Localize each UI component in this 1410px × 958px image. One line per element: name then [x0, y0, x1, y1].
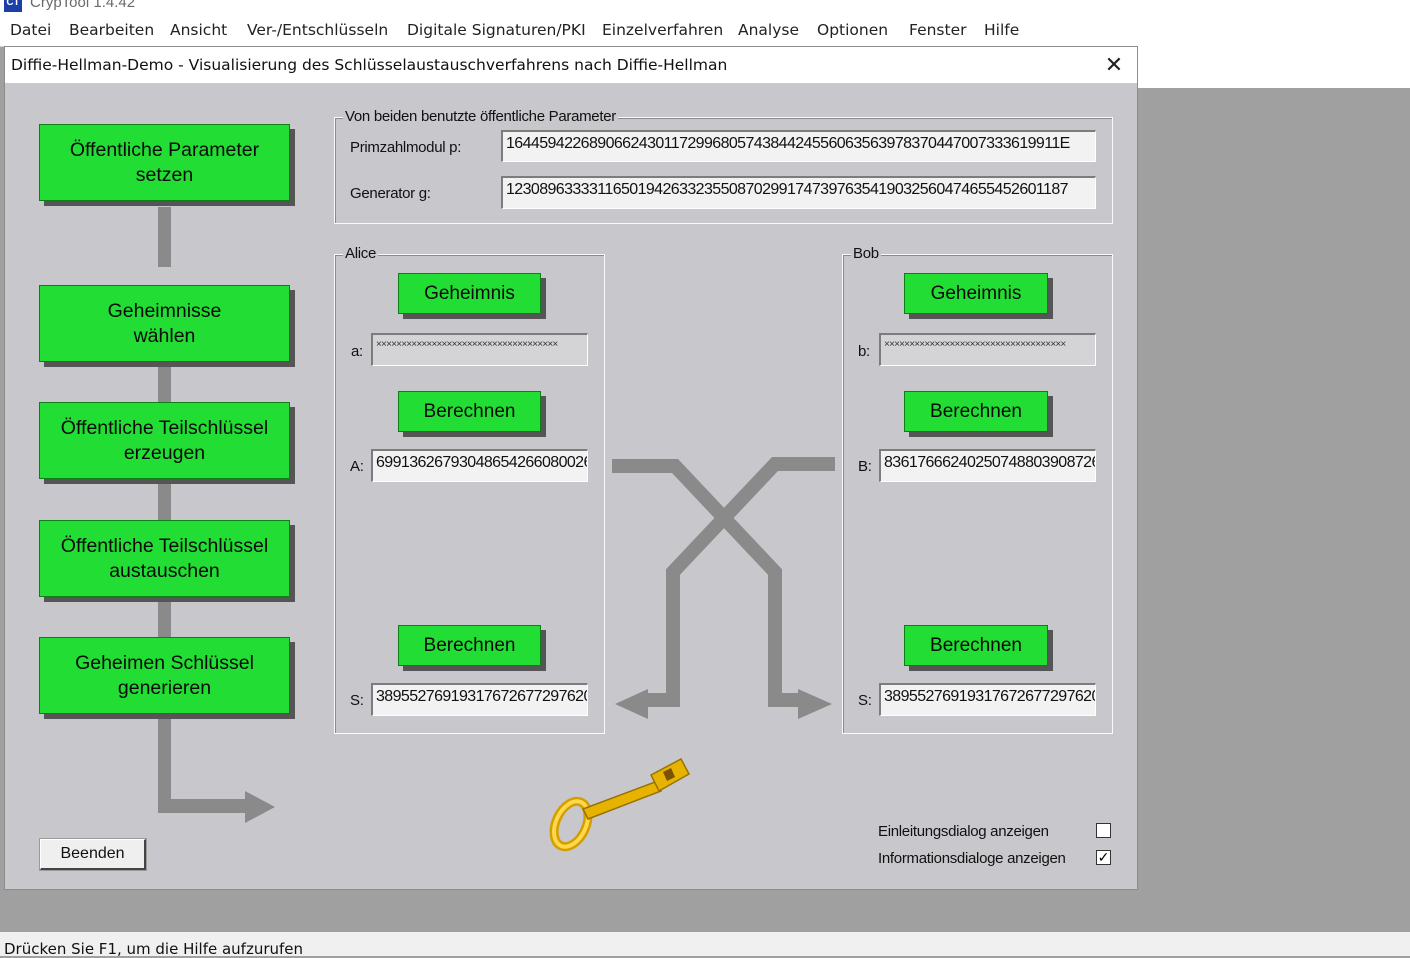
- button-label: Berechnen: [930, 401, 1022, 422]
- alice-secret-field[interactable]: ××××××××××××××××××××××××××××××××××××: [371, 333, 588, 366]
- step-label: Öffentliche Parameter setzen: [69, 138, 260, 186]
- generator-label: Generator g:: [350, 185, 431, 202]
- alice-public-field[interactable]: 69913626793048654266080026: [371, 449, 588, 482]
- alice-shared-label: S:: [350, 692, 364, 709]
- bob-group-label: Bob: [851, 245, 881, 262]
- bob-secret-field[interactable]: ××××××××××××××××××××××××××××××××××××: [879, 333, 1096, 366]
- info-dialogs-label: Informationsdialoge anzeigen: [878, 850, 1066, 867]
- button-label: Berechnen: [423, 401, 516, 422]
- step-label: Öffentliche Teilschlüssel erzeugen: [60, 416, 269, 464]
- step-choose-secrets-button[interactable]: Geheimnisse wählen: [39, 285, 290, 362]
- alice-compute-public-button[interactable]: Berechnen: [398, 391, 541, 432]
- step-label: Geheimnisse wählen: [107, 299, 222, 347]
- prime-label: Primzahlmodul p:: [350, 139, 462, 156]
- diffie-hellman-dialog: Diffie-Hellman-Demo - Visualisierung des…: [4, 46, 1138, 890]
- cryptool-logo-icon: CT: [4, 0, 22, 12]
- alice-to-bob-arrow: [612, 459, 800, 707]
- mdi-area-strip: [1138, 46, 1410, 88]
- bob-public-field[interactable]: 83617666240250748803908726: [879, 449, 1096, 482]
- flow-end-arrow: [158, 717, 275, 823]
- exchange-arrows: [612, 457, 835, 707]
- status-bar: Drücken Sie F1, um die Hilfe aufzurufen: [0, 932, 1410, 958]
- flow-connector: [158, 207, 171, 267]
- button-label: Geheimnis: [930, 283, 1022, 304]
- step-exchange-public-keys-button[interactable]: Öffentliche Teilschlüssel austauschen: [39, 520, 290, 597]
- alice-secret-button[interactable]: Geheimnis: [398, 273, 541, 314]
- flow-connector: [158, 365, 171, 405]
- bob-shared-field[interactable]: 38955276919317672677297620: [879, 683, 1096, 716]
- menu-einzelverfahren[interactable]: Einzelverfahren: [602, 21, 723, 39]
- menu-bar: Datei Bearbeiten Ansicht Ver-/Entschlüss…: [0, 14, 1410, 47]
- alice-group-label: Alice: [343, 245, 379, 262]
- arrow-head-right: [798, 689, 832, 719]
- step-label: Geheimen Schlüssel generieren: [75, 651, 254, 699]
- alice-shared-field[interactable]: 38955276919317672677297620: [371, 683, 588, 716]
- quit-button[interactable]: Beenden: [39, 838, 147, 871]
- alice-compute-shared-button[interactable]: Berechnen: [398, 625, 541, 666]
- info-dialogs-checkbox[interactable]: ✓: [1096, 850, 1111, 865]
- menu-optionen[interactable]: Optionen: [817, 21, 888, 39]
- step-generate-secret-key-button[interactable]: Geheimen Schlüssel generieren: [39, 637, 290, 714]
- bob-to-alice-arrow: [645, 457, 835, 707]
- bob-secret-button[interactable]: Geheimnis: [904, 273, 1048, 314]
- intro-dialog-label: Einleitungsdialog anzeigen: [878, 823, 1049, 840]
- step-set-public-params-button[interactable]: Öffentliche Parameter setzen: [39, 124, 290, 201]
- key-icon: [521, 737, 715, 887]
- menu-bearbeiten[interactable]: Bearbeiten: [69, 21, 154, 39]
- button-label: Geheimnis: [424, 283, 515, 304]
- prime-field[interactable]: 1644594226890662430117299680574384424556…: [501, 130, 1096, 162]
- menu-analyse[interactable]: Analyse: [738, 21, 799, 39]
- flow-connector: [158, 482, 171, 522]
- menu-datei[interactable]: Datei: [10, 21, 51, 39]
- app-title-bar: CT CrypTool 1.4.42: [0, 0, 1410, 14]
- step-create-public-keys-button[interactable]: Öffentliche Teilschlüssel erzeugen: [39, 402, 290, 479]
- alice-public-label: A:: [350, 458, 364, 475]
- button-label: Berechnen: [930, 635, 1022, 656]
- flow-connector: [158, 600, 171, 640]
- button-label: Berechnen: [423, 635, 516, 656]
- bob-shared-label: S:: [858, 692, 872, 709]
- bob-compute-public-button[interactable]: Berechnen: [904, 391, 1048, 432]
- alice-secret-label: a:: [351, 343, 363, 360]
- menu-verschluesseln[interactable]: Ver-/Entschlüsseln: [247, 21, 388, 39]
- menu-digitale-signaturen[interactable]: Digitale Signaturen/PKI: [407, 21, 586, 39]
- arrow-head-left: [615, 689, 648, 719]
- step-label: Öffentliche Teilschlüssel austauschen: [60, 534, 269, 582]
- intro-dialog-checkbox[interactable]: [1096, 823, 1111, 838]
- bob-compute-shared-button[interactable]: Berechnen: [904, 625, 1048, 666]
- bob-secret-label: b:: [858, 343, 870, 360]
- menu-fenster[interactable]: Fenster: [909, 21, 967, 39]
- menu-hilfe[interactable]: Hilfe: [984, 21, 1019, 39]
- generator-field[interactable]: 1230896333311650194263323550870299174739…: [501, 176, 1096, 209]
- menu-ansicht[interactable]: Ansicht: [170, 21, 227, 39]
- bob-public-label: B:: [858, 458, 872, 475]
- status-text: Drücken Sie F1, um die Hilfe aufzurufen: [4, 940, 304, 958]
- public-params-group-label: Von beiden benutzte öffentliche Paramete…: [343, 108, 618, 125]
- app-title: CrypTool 1.4.42: [30, 0, 136, 11]
